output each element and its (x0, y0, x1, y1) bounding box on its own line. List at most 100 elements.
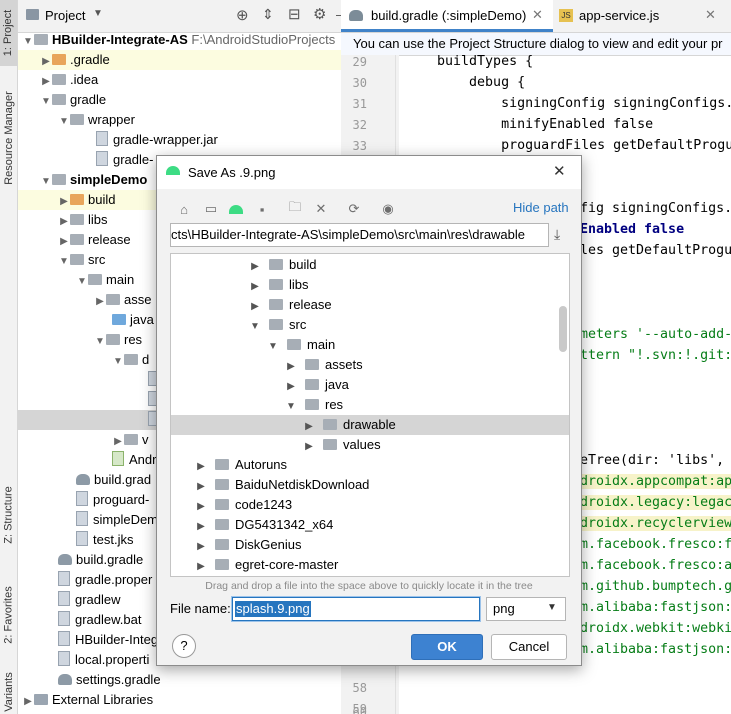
chevron-right-icon[interactable]: ▶ (22, 692, 34, 712)
directory-row-selected[interactable]: ▶ drawable (171, 415, 569, 435)
chevron-down-icon[interactable]: ▼ (112, 352, 124, 372)
help-button[interactable]: ? (172, 634, 196, 658)
chevron-down-icon[interactable]: ▼ (94, 332, 106, 352)
code-line[interactable]: buildTypes { (405, 54, 533, 69)
chevron-down-icon[interactable]: ▼ (40, 92, 52, 112)
tree-row[interactable]: settings.gradle (18, 670, 350, 690)
code-line-fragment[interactable]: ttern "!.svn:!.git: (580, 348, 731, 363)
desktop-icon[interactable]: ▭ (202, 200, 220, 218)
chevron-right-icon[interactable]: ▶ (195, 557, 207, 576)
code-line-fragment[interactable]: droidx.appcompat:ap (580, 474, 731, 489)
directory-row[interactable]: ▶ code1243 (171, 495, 569, 515)
cancel-button[interactable]: Cancel (491, 634, 567, 660)
chevron-right-icon[interactable]: ▶ (303, 417, 315, 437)
chevron-right-icon[interactable]: ▶ (112, 432, 124, 452)
code-line-fragment[interactable]: m.alibaba:fastjson: (580, 600, 731, 615)
tree-row[interactable]: ▼ gradle (18, 90, 350, 110)
chevron-right-icon[interactable]: ▶ (58, 232, 70, 252)
refresh-icon[interactable]: ⟳ (345, 200, 363, 218)
tree-row[interactable]: ▶ .gradle (18, 50, 350, 70)
gear-icon[interactable]: ⚙ (313, 5, 326, 23)
chevron-right-icon[interactable]: ▶ (249, 297, 261, 317)
chevron-right-icon[interactable]: ▶ (195, 517, 207, 537)
directory-row[interactable]: ▶ release (171, 295, 569, 315)
chevron-right-icon[interactable]: ▶ (249, 277, 261, 297)
tree-row-root[interactable]: ▼ HBuilder-Integrate-AS F:\AndroidStudioP… (18, 30, 350, 50)
chevron-right-icon[interactable]: ▶ (58, 212, 70, 232)
code-line-fragment[interactable]: m.github.bumptech.g (580, 579, 731, 594)
code-line[interactable]: debug { (405, 75, 525, 90)
expand-all-icon[interactable]: ⊟ (288, 5, 301, 23)
show-hidden-icon[interactable]: ◉ (379, 200, 397, 218)
tree-row[interactable]: gradle-wrapper.jar (18, 130, 350, 150)
directory-row[interactable]: ▼ res (171, 395, 569, 415)
chevron-right-icon[interactable]: ▶ (40, 72, 52, 92)
resource-manager-tool-tab[interactable]: Resource Manager (0, 70, 17, 205)
project-view-title[interactable]: Project (45, 8, 85, 23)
code-line[interactable]: proguardFiles getDefaultProgu (405, 138, 731, 153)
directory-row[interactable]: ▶ java (171, 375, 569, 395)
project-tool-tab[interactable]: 1: Project (0, 0, 17, 66)
directory-row[interactable]: ▶ values (171, 435, 569, 455)
code-line[interactable]: minifyEnabled false (405, 117, 653, 132)
code-line-fragment[interactable]: fig signingConfigs. (580, 201, 731, 216)
directory-row[interactable]: ▶ DG5431342_x64 (171, 515, 569, 535)
code-line-fragment[interactable]: m.alibaba:fastjson: (580, 642, 731, 657)
chevron-down-icon[interactable]: ▼ (285, 397, 297, 417)
directory-row[interactable]: ▼ src (171, 315, 569, 335)
chevron-down-icon[interactable]: ▼ (76, 272, 88, 292)
tree-scrollbar-thumb[interactable] (559, 306, 567, 352)
file-name-input[interactable]: splash.9.png (232, 597, 480, 621)
chevron-right-icon[interactable]: ▶ (40, 52, 52, 72)
directory-row[interactable]: ▶ Autoruns (171, 455, 569, 475)
tree-row[interactable]: ▶ External Libraries (18, 690, 350, 710)
tab-app-service-js[interactable]: JS app-service.js ✕ (555, 0, 731, 32)
chevron-right-icon[interactable]: ▶ (249, 257, 261, 277)
code-line-fragment[interactable]: Enabled false (580, 222, 684, 237)
chevron-right-icon[interactable]: ▶ (303, 437, 315, 457)
favorites-tool-tab[interactable]: 2: Favorites (0, 570, 17, 660)
directory-row[interactable]: ▶ egret-core-master (171, 555, 569, 575)
delete-icon[interactable]: ✕ (312, 200, 330, 218)
directory-row[interactable]: ▶ assets (171, 355, 569, 375)
directory-row[interactable]: ▶ BaiduNetdiskDownload (171, 475, 569, 495)
home-icon[interactable]: ⌂ (175, 200, 193, 218)
chevron-right-icon[interactable]: ▶ (195, 497, 207, 517)
tree-row[interactable]: ▼ wrapper (18, 110, 350, 130)
chevron-down-icon[interactable]: ▼ (547, 602, 557, 613)
android-module-icon[interactable] (227, 200, 245, 218)
code-line-fragment[interactable]: m.facebook.fresco:f (580, 537, 731, 552)
close-icon[interactable]: ✕ (705, 7, 716, 23)
build-variants-tool-tab[interactable]: Variants (0, 670, 17, 714)
file-type-select[interactable]: png ▼ (486, 597, 566, 621)
code-line-fragment[interactable]: m.facebook.fresco:a (580, 558, 731, 573)
code-line-fragment[interactable]: les getDefaultProgu (580, 243, 731, 258)
code-line-fragment[interactable]: meters '--auto-add- (580, 327, 731, 342)
code-line-fragment[interactable]: eTree(dir: 'libs', (580, 453, 724, 468)
directory-row[interactable]: ▶ build (171, 255, 569, 275)
chevron-right-icon[interactable]: ▶ (195, 477, 207, 497)
close-icon[interactable]: ✕ (553, 162, 566, 180)
ok-button[interactable]: OK (411, 634, 483, 660)
download-icon[interactable]: ⤓ (554, 226, 560, 243)
chevron-down-icon[interactable]: ▼ (267, 337, 279, 357)
directory-row[interactable]: ▶ DiskGenius (171, 535, 569, 555)
code-line-fragment[interactable]: droidx.legacy:legac (580, 495, 731, 510)
chevron-down-icon[interactable]: ▼ (40, 172, 52, 192)
chevron-right-icon[interactable]: ▶ (285, 377, 297, 397)
chevron-down-icon[interactable]: ▼ (249, 317, 261, 337)
close-icon[interactable]: ✕ (532, 7, 543, 23)
chevron-down-icon[interactable]: ▼ (22, 32, 34, 52)
structure-tool-tab[interactable]: Z: Structure (0, 470, 17, 560)
code-line[interactable]: signingConfig signingConfigs. (405, 96, 731, 111)
code-line-fragment[interactable]: droidx.webkit:webki (580, 621, 731, 636)
chevron-right-icon[interactable]: ▶ (58, 192, 70, 212)
chevron-down-icon[interactable]: ▼ (58, 112, 70, 132)
tree-row[interactable]: ▶ .idea (18, 70, 350, 90)
chevron-down-icon[interactable]: ▼ (58, 252, 70, 272)
new-folder-icon[interactable]: 🗀 (286, 199, 304, 218)
directory-row[interactable]: ▼ main (171, 335, 569, 355)
chevron-right-icon[interactable]: ▶ (285, 357, 297, 377)
collapse-all-icon[interactable]: ⇕ (262, 6, 274, 23)
chevron-down-icon[interactable]: ▼ (93, 8, 103, 19)
